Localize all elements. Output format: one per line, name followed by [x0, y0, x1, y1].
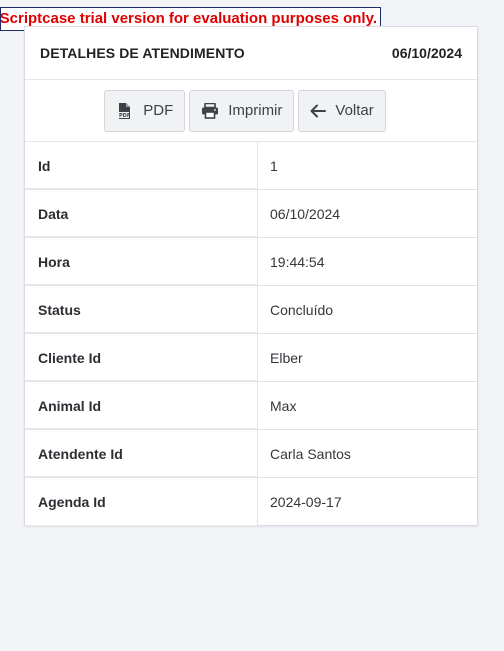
back-button-label: Voltar: [335, 102, 374, 119]
field-row-agenda-id: Agenda Id 2024-09-17: [25, 478, 477, 526]
field-row-animal-id: Animal Id Max: [25, 382, 477, 430]
header-date: 06/10/2024: [391, 45, 462, 61]
field-label: Data: [25, 190, 258, 237]
field-label: Id: [25, 142, 258, 189]
field-value: Max: [270, 397, 297, 414]
pdf-button[interactable]: PDF PDF: [104, 89, 186, 132]
field-value: 06/10/2024: [270, 205, 341, 222]
card-header: DETALHES DE ATENDIMENTO 06/10/2024: [25, 27, 477, 80]
page-title: DETALHES DE ATENDIMENTO: [40, 45, 245, 61]
detail-fields: Id 1 Data 06/10/2024 Hora 19:44:54 Statu…: [25, 142, 477, 526]
print-button[interactable]: Imprimir: [189, 89, 295, 132]
field-row-status: Status Concluído: [25, 286, 477, 334]
field-row-id: Id 1: [25, 142, 477, 190]
field-value: Elber: [270, 349, 303, 366]
field-label: Atendente Id: [25, 430, 258, 477]
field-label: Agenda Id: [25, 478, 258, 526]
printer-icon: [201, 102, 219, 119]
field-value: 2024-09-17: [270, 494, 342, 510]
field-label: Hora: [25, 238, 258, 285]
field-row-cliente-id: Cliente Id Elber: [25, 334, 477, 382]
print-button-label: Imprimir: [228, 102, 283, 119]
field-row-hora: Hora 19:44:54: [25, 238, 477, 286]
field-value: Carla Santos: [270, 445, 351, 462]
toolbar: PDF PDF Imprimir Voltar: [25, 80, 477, 142]
field-label: Animal Id: [25, 382, 258, 429]
field-value: Concluído: [270, 301, 334, 318]
field-row-atendente-id: Atendente Id Carla Santos: [25, 430, 477, 478]
detail-card: DETALHES DE ATENDIMENTO 06/10/2024 PDF P…: [24, 26, 478, 526]
pdf-button-label: PDF: [143, 102, 174, 119]
file-pdf-icon: PDF: [116, 102, 134, 120]
back-button[interactable]: Voltar: [298, 89, 386, 132]
field-label: Status: [25, 286, 258, 333]
arrow-left-icon: [310, 104, 327, 118]
field-label: Cliente Id: [25, 334, 258, 381]
field-row-data: Data 06/10/2024: [25, 190, 477, 238]
svg-text:PDF: PDF: [119, 113, 130, 119]
field-value: 19:44:54: [270, 253, 325, 270]
field-value: 1: [270, 157, 278, 174]
